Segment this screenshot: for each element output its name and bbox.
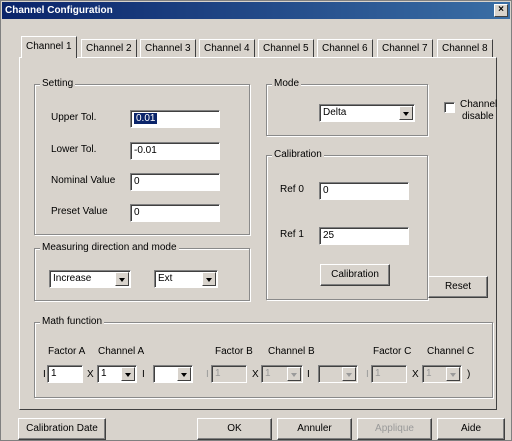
direction-select[interactable]: Increase [49, 270, 131, 288]
upper-tol-value: 0.01 [134, 113, 158, 124]
operator-a-select[interactable] [153, 365, 193, 383]
tab-channel-5[interactable]: Channel 5 [258, 39, 314, 58]
ref0-field[interactable]: 0 [319, 182, 409, 200]
channel-c-label: Channel C [427, 346, 475, 357]
mode-select-value: Delta [323, 107, 347, 118]
measuring-group: Measuring direction and mode Increase Ex… [34, 242, 250, 301]
chevron-down-icon[interactable] [115, 272, 129, 286]
channel-b-select-value: 1 [265, 368, 271, 379]
channel-c-select: 1 [422, 365, 462, 383]
channel-a-select[interactable]: 1 [97, 365, 137, 383]
tab-channel-7[interactable]: Channel 7 [377, 39, 433, 58]
math-separator: I [366, 369, 369, 380]
tab-channel-3[interactable]: Channel 3 [140, 39, 196, 58]
measure-mode-select-value: Ext [158, 273, 173, 284]
calibration-date-button[interactable]: Calibration Date [18, 418, 106, 440]
ref0-label: Ref 0 [280, 184, 304, 195]
tab-channel-2[interactable]: Channel 2 [81, 39, 137, 58]
nominal-value-field[interactable]: 0 [130, 173, 220, 191]
reset-button[interactable]: Reset [428, 276, 488, 298]
math-separator: I [206, 369, 209, 380]
tab-channel-4[interactable]: Channel 4 [199, 39, 255, 58]
help-button[interactable]: Aide [437, 418, 505, 440]
lower-tol-field[interactable]: -0.01 [130, 142, 220, 160]
setting-group-title: Setting [40, 78, 76, 90]
mode-group: Mode Delta [266, 78, 428, 136]
factor-a-field[interactable]: 1 [47, 365, 83, 383]
close-icon[interactable]: × [494, 4, 508, 17]
direction-select-value: Increase [53, 273, 92, 284]
ok-button[interactable]: OK [197, 418, 272, 440]
preset-value-label: Preset Value [51, 206, 108, 217]
operator-b-select [318, 365, 358, 383]
chevron-down-icon[interactable] [202, 272, 216, 286]
chevron-down-icon[interactable] [121, 367, 135, 381]
calibration-group-title: Calibration [272, 149, 324, 161]
ref1-field[interactable]: 25 [319, 227, 409, 245]
mode-group-title: Mode [272, 78, 302, 90]
channel-a-select-value: 1 [101, 368, 107, 379]
chevron-down-icon [342, 367, 356, 381]
factor-b-label: Factor B [215, 346, 253, 357]
preset-value-field[interactable]: 0 [130, 204, 220, 222]
factor-c-label: Factor C [373, 346, 412, 357]
channel-config-window: Channel Configuration × Channel 1 Channe… [0, 0, 512, 441]
channel-b-label: Channel B [268, 346, 315, 357]
channel-c-select-value: 1 [426, 368, 432, 379]
upper-tol-label: Upper Tol. [51, 112, 97, 123]
chevron-down-icon[interactable] [399, 106, 413, 120]
nominal-value-label: Nominal Value [51, 175, 116, 186]
channel-disable-label-line1: Channel [460, 99, 498, 110]
multiply-symbol: X [87, 369, 94, 380]
chevron-down-icon [446, 367, 460, 381]
upper-tol-field[interactable]: 0.01 [130, 110, 220, 128]
factor-a-label: Factor A [48, 346, 86, 357]
tab-panel-channel-1: Setting Upper Tol. 0.01 Lower Tol. -0.01… [19, 57, 497, 410]
chevron-down-icon [287, 367, 301, 381]
factor-b-field: 1 [211, 365, 247, 383]
math-separator: I [43, 369, 46, 380]
setting-group: Setting Upper Tol. 0.01 Lower Tol. -0.01… [34, 78, 250, 235]
channel-disable-checkbox[interactable] [444, 102, 455, 113]
measure-mode-select[interactable]: Ext [154, 270, 218, 288]
math-function-group: Math function Factor A Channel A Factor … [34, 316, 493, 398]
calibration-group: Calibration Ref 0 0 Ref 1 25 Calibration [266, 149, 428, 300]
close-paren: ) [467, 369, 471, 380]
channel-disable-label-line2: disable [462, 111, 494, 122]
cancel-button[interactable]: Annuler [277, 418, 352, 440]
apply-button: Applique [357, 418, 432, 440]
ref1-label: Ref 1 [280, 229, 304, 240]
mode-select[interactable]: Delta [319, 104, 415, 122]
tab-channel-1[interactable]: Channel 1 [21, 36, 77, 58]
multiply-symbol: X [412, 369, 419, 380]
math-separator: I [307, 369, 310, 380]
tab-channel-6[interactable]: Channel 6 [317, 39, 373, 58]
measuring-group-title: Measuring direction and mode [40, 242, 179, 254]
window-title: Channel Configuration [5, 5, 113, 16]
math-separator: I [142, 369, 145, 380]
channel-b-select: 1 [261, 365, 303, 383]
title-bar: Channel Configuration × [2, 2, 510, 19]
channel-a-label: Channel A [98, 346, 145, 357]
lower-tol-label: Lower Tol. [51, 144, 97, 155]
math-function-group-title: Math function [40, 316, 105, 328]
factor-c-field: 1 [371, 365, 407, 383]
tab-channel-8[interactable]: Channel 8 [437, 39, 493, 58]
multiply-symbol: X [252, 369, 259, 380]
calibration-button[interactable]: Calibration [320, 264, 390, 286]
chevron-down-icon[interactable] [177, 367, 191, 381]
